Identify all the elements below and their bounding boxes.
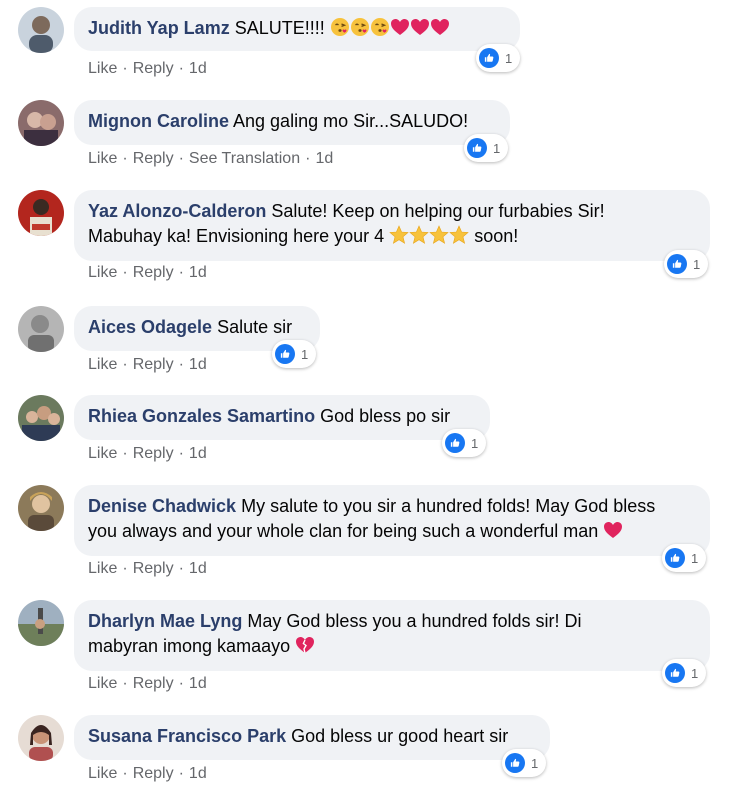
avatar[interactable]	[18, 600, 64, 646]
commenter-name[interactable]: Judith Yap Lamz	[88, 18, 230, 38]
reaction-count[interactable]: 1	[664, 250, 709, 278]
like-reaction-icon	[665, 548, 685, 568]
like-reaction-icon	[479, 48, 499, 68]
broken-heart-icon	[295, 635, 315, 655]
commenter-name[interactable]: Denise Chadwick	[88, 496, 236, 516]
like-link[interactable]: Like	[88, 356, 117, 373]
like-reaction-icon	[275, 344, 295, 364]
timestamp[interactable]: 1d	[189, 765, 207, 782]
comment-actions: Like · Reply · See Translation · 1d	[88, 150, 334, 167]
reaction-count[interactable]: 1	[464, 134, 509, 162]
like-link[interactable]: Like	[88, 150, 117, 167]
reaction-count[interactable]: 1	[502, 749, 547, 777]
comment-actions: Like · Reply · 1d	[88, 560, 207, 577]
comment-text-continued: mabyran imong kamaayo	[88, 636, 291, 656]
reply-link[interactable]: Reply	[133, 765, 174, 782]
see-translation-link[interactable]: See Translation	[189, 150, 300, 167]
comment-actions: Like · Reply · 1d	[88, 765, 207, 782]
comment-bubble: Rhiea Gonzales Samartino God bless po si…	[74, 395, 490, 440]
avatar[interactable]	[18, 7, 64, 53]
comment-text: Salute sir	[217, 317, 293, 337]
comment-bubble: Yaz Alonzo-Calderon Salute! Keep on help…	[74, 190, 710, 261]
like-reaction-icon	[667, 254, 687, 274]
like-reaction-icon	[505, 753, 525, 773]
reply-link[interactable]: Reply	[133, 560, 174, 577]
like-link[interactable]: Like	[88, 675, 117, 692]
comment-actions: Like · Reply · 1d	[88, 356, 207, 373]
comment-bubble: Judith Yap Lamz SALUTE!!!!	[74, 7, 520, 51]
timestamp[interactable]: 1d	[189, 560, 207, 577]
comment-bubble: Denise Chadwick My salute to you sir a h…	[74, 485, 710, 556]
comment-text: God bless po sir	[320, 406, 451, 426]
comment-bubble: Dharlyn Mae Lyng May God bless you a hun…	[74, 600, 710, 671]
timestamp[interactable]: 1d	[189, 675, 207, 692]
comment-text: My salute to you sir a hundred folds! Ma…	[241, 496, 656, 516]
comment-actions: Like · Reply · 1d	[88, 264, 207, 281]
like-link[interactable]: Like	[88, 60, 117, 77]
like-link[interactable]: Like	[88, 264, 117, 281]
reply-link[interactable]: Reply	[133, 264, 174, 281]
timestamp[interactable]: 1d	[189, 60, 207, 77]
comment-actions: Like · Reply · 1d	[88, 675, 207, 692]
heart-icon	[390, 17, 410, 37]
reaction-count[interactable]: 1	[662, 659, 707, 687]
star-icon	[449, 225, 469, 245]
like-link[interactable]: Like	[88, 445, 117, 462]
comment-text: SALUTE!!!!	[234, 18, 325, 38]
timestamp[interactable]: 1d	[315, 150, 333, 167]
comment-text-continued: Mabuhay ka! Envisioning here your 4	[88, 226, 385, 246]
heart-icon	[603, 520, 623, 540]
comment-text-continued: you always and your whole clan for being…	[88, 521, 599, 541]
kissing-face-icon	[350, 17, 370, 37]
avatar[interactable]	[18, 715, 64, 761]
timestamp[interactable]: 1d	[189, 356, 207, 373]
kissing-face-icon	[330, 17, 350, 37]
commenter-name[interactable]: Mignon Caroline	[88, 111, 229, 131]
like-link[interactable]: Like	[88, 560, 117, 577]
commenter-name[interactable]: Susana Francisco Park	[88, 726, 286, 746]
reaction-count[interactable]: 1	[272, 340, 317, 368]
avatar[interactable]	[18, 306, 64, 352]
reaction-count[interactable]: 1	[442, 429, 487, 457]
like-link[interactable]: Like	[88, 765, 117, 782]
reply-link[interactable]: Reply	[133, 150, 174, 167]
heart-icon	[430, 17, 450, 37]
reply-link[interactable]: Reply	[133, 675, 174, 692]
reaction-count[interactable]: 1	[662, 544, 707, 572]
avatar[interactable]	[18, 100, 64, 146]
timestamp[interactable]: 1d	[189, 264, 207, 281]
comment-text-end: soon!	[474, 226, 519, 246]
avatar[interactable]	[18, 190, 64, 236]
reply-link[interactable]: Reply	[133, 60, 174, 77]
heart-icon	[410, 17, 430, 37]
comment-text: May God bless you a hundred folds sir! D…	[247, 611, 582, 631]
commenter-name[interactable]: Yaz Alonzo-Calderon	[88, 201, 266, 221]
comment-actions: Like · Reply · 1d	[88, 445, 207, 462]
comment-text: Salute! Keep on helping our furbabies Si…	[271, 201, 605, 221]
comment-bubble: Susana Francisco Park God bless ur good …	[74, 715, 550, 760]
like-reaction-icon	[445, 433, 465, 453]
reaction-count[interactable]: 1	[476, 44, 521, 72]
avatar[interactable]	[18, 395, 64, 441]
comment-actions: Like · Reply · 1d	[88, 60, 207, 77]
reply-link[interactable]: Reply	[133, 445, 174, 462]
star-icon	[389, 225, 409, 245]
kissing-face-icon	[370, 17, 390, 37]
comment-text: Ang galing mo Sir...SALUDO!	[233, 111, 469, 131]
reply-link[interactable]: Reply	[133, 356, 174, 373]
avatar[interactable]	[18, 485, 64, 531]
star-icon	[429, 225, 449, 245]
commenter-name[interactable]: Dharlyn Mae Lyng	[88, 611, 242, 631]
like-reaction-icon	[467, 138, 487, 158]
commenter-name[interactable]: Aices Odagele	[88, 317, 212, 337]
comment-bubble: Mignon Caroline Ang galing mo Sir...SALU…	[74, 100, 510, 145]
star-icon	[409, 225, 429, 245]
commenter-name[interactable]: Rhiea Gonzales Samartino	[88, 406, 315, 426]
comment-text: God bless ur good heart sir	[291, 726, 509, 746]
like-reaction-icon	[665, 663, 685, 683]
timestamp[interactable]: 1d	[189, 445, 207, 462]
